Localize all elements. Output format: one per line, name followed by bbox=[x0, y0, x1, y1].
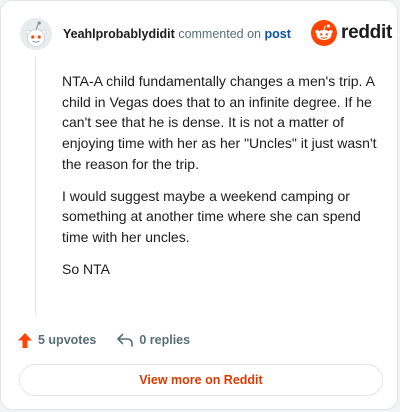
embedded-comment-card: Yeahlprobablydidit commented on post red… bbox=[0, 0, 398, 410]
comment-meta-text: commented on bbox=[178, 27, 261, 41]
reddit-logo-icon bbox=[311, 20, 337, 46]
comment-header: Yeahlprobablydidit commented on post bbox=[63, 25, 291, 43]
reply-count: 0 replies bbox=[139, 333, 191, 347]
post-link[interactable]: post bbox=[264, 27, 290, 41]
reddit-wordmark: reddit bbox=[341, 22, 392, 43]
comment-paragraph: I would suggest maybe a weekend camping … bbox=[62, 187, 361, 245]
reddit-brand[interactable]: reddit bbox=[311, 20, 392, 46]
upvote-arrow-icon bbox=[18, 332, 32, 348]
comment-actions: 5 upvotes 0 replies bbox=[17, 330, 190, 350]
thread-line bbox=[35, 57, 36, 315]
comment-body: NTA-A child fundamentally changes a men'… bbox=[62, 71, 382, 290]
reply-button[interactable]: 0 replies bbox=[116, 332, 190, 348]
view-more-button[interactable]: View more on Reddit bbox=[19, 364, 383, 396]
comment-author[interactable]: Yeahlprobablydidit bbox=[63, 27, 175, 41]
upvote-count: 5 upvotes bbox=[38, 333, 97, 347]
comment-paragraph: NTA-A child fundamentally changes a men'… bbox=[62, 73, 377, 172]
reply-arrow-icon bbox=[117, 333, 134, 347]
upvote-button[interactable]: 5 upvotes bbox=[17, 332, 96, 349]
snoo-avatar-icon[interactable] bbox=[19, 17, 53, 51]
comment-paragraph: So NTA bbox=[62, 260, 110, 277]
